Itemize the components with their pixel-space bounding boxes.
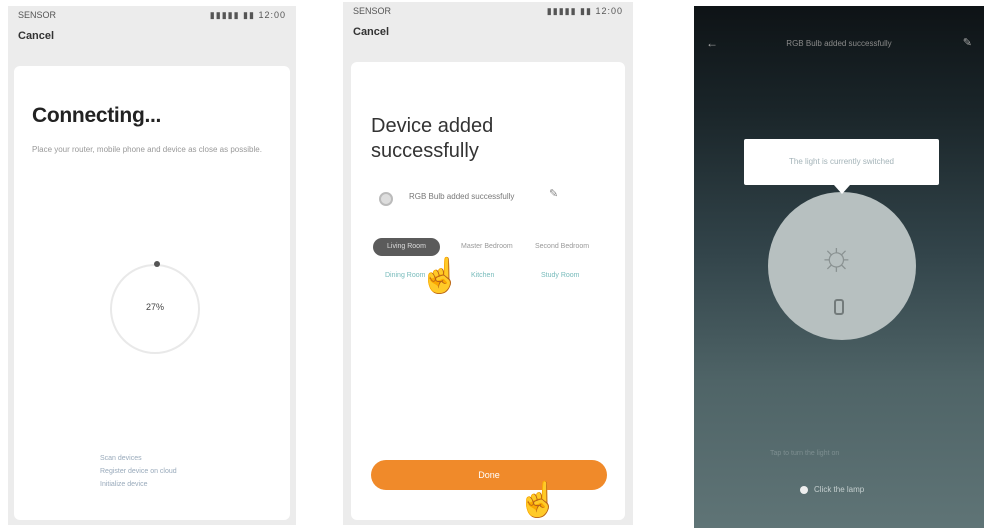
hint-text: Tap to turn the light on (770, 450, 840, 457)
bulb-base-icon (834, 299, 844, 315)
step-item: Initialize device (100, 481, 148, 488)
room-chip-second-bedroom[interactable]: Second Bedroom (535, 238, 589, 256)
status-tooltip: The light is currently switched (744, 139, 939, 185)
device-title: RGB Bulb added successfully (786, 39, 892, 48)
light-bulb-icon: ☼ (818, 234, 855, 278)
pointing-hand-icon: ☝ (517, 481, 560, 519)
progress-indicator (154, 261, 160, 267)
progress-percent: 27% (145, 302, 164, 312)
pointing-hand-icon: ☝ (419, 257, 462, 295)
connecting-subtitle: Place your router, mobile phone and devi… (32, 145, 262, 154)
cancel-button[interactable]: Cancel (353, 26, 389, 38)
room-chip-living-room[interactable]: Living Room (373, 238, 440, 256)
power-icon[interactable] (800, 486, 808, 494)
edit-icon[interactable]: ✎ (963, 36, 972, 49)
connection-steps: Scan devices Register device on cloud In… (100, 452, 177, 491)
room-chip-master-bedroom[interactable]: Master Bedroom (461, 238, 513, 256)
phone-connecting: SENSOR ▮▮▮▮▮ ▮▮ 12:00 Cancel Connecting.… (8, 6, 296, 525)
status-bar-icons: ▮▮▮▮▮ ▮▮ 12:00 (209, 10, 286, 20)
connecting-card: Connecting... Place your router, mobile … (14, 66, 290, 520)
done-button[interactable]: Done (371, 460, 607, 490)
step-item: Scan devices (100, 455, 142, 462)
device-name: RGB Bulb added successfully (409, 192, 515, 201)
room-chip-kitchen[interactable]: Kitchen (471, 267, 494, 285)
bulb-icon (379, 192, 393, 206)
power-label[interactable]: Click the lamp (814, 485, 864, 494)
page-title: Connecting... (32, 104, 162, 127)
phone-device-control: ← RGB Bulb added successfully ✎ ☼ The li… (694, 6, 984, 528)
phone-device-added: SENSOR ▮▮▮▮▮ ▮▮ 12:00 Cancel Device adde… (343, 2, 633, 525)
status-bar-carrier: SENSOR (353, 6, 392, 16)
page-title: Device added successfully (371, 115, 494, 162)
step-item: Register device on cloud (100, 468, 177, 475)
back-arrow-icon[interactable]: ← (706, 36, 718, 50)
device-added-card: Device added successfully RGB Bulb added… (351, 62, 625, 520)
room-chip-study-room[interactable]: Study Room (541, 267, 580, 285)
status-bar-carrier: SENSOR (18, 10, 57, 20)
tooltip-arrow (834, 185, 850, 194)
cancel-button[interactable]: Cancel (18, 30, 54, 42)
status-bar-icons: ▮▮▮▮▮ ▮▮ 12:00 (546, 6, 623, 16)
pencil-icon[interactable]: ✎ (549, 187, 558, 200)
